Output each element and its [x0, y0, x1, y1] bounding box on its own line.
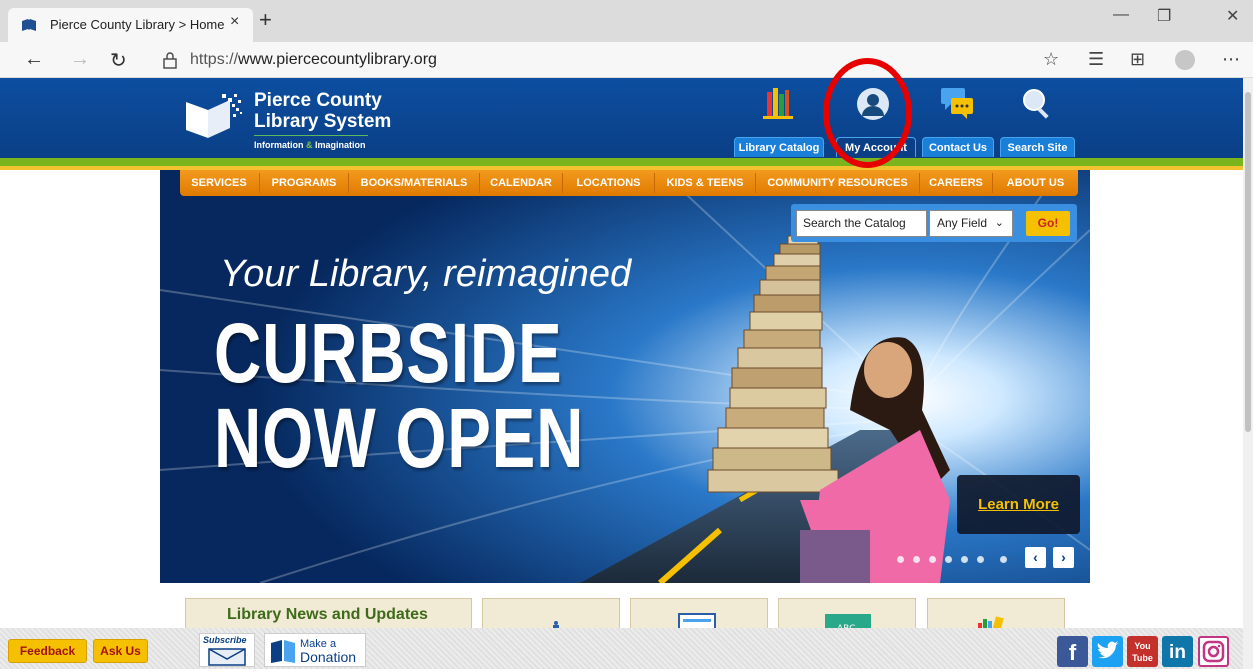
slide-dot[interactable]: [897, 556, 904, 563]
library-logo-icon[interactable]: [186, 92, 244, 138]
close-window-icon[interactable]: ✕: [1226, 6, 1239, 26]
collections-icon[interactable]: ⊞: [1130, 49, 1145, 70]
slide-prev-button[interactable]: ‹: [1025, 547, 1046, 568]
subscribe-button[interactable]: Subscribe: [199, 633, 255, 667]
slide-dot[interactable]: [961, 556, 968, 563]
tab-title: Pierce County Library > Home: [50, 17, 225, 32]
donation-label-line2: Donation: [300, 649, 357, 665]
catalog-search-input[interactable]: Search the Catalog: [796, 210, 927, 237]
email-envelope-icon: [208, 648, 246, 666]
main-navigation: SERVICES PROGRAMS BOOKS/MATERIALS CALEND…: [180, 170, 1078, 196]
profile-icon[interactable]: [1175, 50, 1195, 70]
learn-more-button[interactable]: Learn More: [957, 475, 1080, 534]
maximize-icon[interactable]: ❐: [1157, 6, 1171, 26]
instagram-icon[interactable]: [1198, 636, 1229, 667]
feedback-button[interactable]: Feedback: [8, 639, 87, 663]
nav-services[interactable]: SERVICES: [180, 170, 258, 196]
logo-divider: [254, 135, 368, 136]
url-field[interactable]: https://www.piercecountylibrary.org: [190, 51, 437, 69]
highlight-annotation-circle: [823, 58, 912, 168]
search-go-button[interactable]: Go!: [1026, 211, 1070, 236]
header-green-band: [0, 158, 1243, 166]
contact-chat-icon[interactable]: [937, 86, 977, 122]
slide-dot[interactable]: [1000, 556, 1007, 563]
contact-us-button[interactable]: Contact Us: [922, 137, 994, 157]
catalog-books-icon[interactable]: [759, 86, 799, 122]
facebook-icon[interactable]: f: [1057, 636, 1088, 667]
forward-icon[interactable]: →: [70, 48, 90, 71]
search-field-select[interactable]: Any Field ⌄: [929, 210, 1013, 237]
star-icon[interactable]: ☆: [1043, 49, 1059, 70]
nav-kids-teens[interactable]: KIDS & TEENS: [655, 170, 755, 196]
make-donation-button[interactable]: Make a Donation: [264, 633, 366, 667]
hero-headline-line2: NOW OPEN: [214, 391, 585, 485]
scrollbar-thumb[interactable]: [1245, 92, 1251, 432]
lock-icon: [163, 52, 177, 69]
library-catalog-button[interactable]: Library Catalog: [734, 137, 824, 157]
search-magnifier-icon[interactable]: [1018, 86, 1058, 122]
hero-headline-line1: CURBSIDE: [214, 306, 563, 400]
new-tab-button[interactable]: +: [259, 7, 272, 33]
logo-title-line1: Pierce County: [254, 90, 382, 111]
nav-programs[interactable]: PROGRAMS: [260, 170, 348, 196]
youtube-icon[interactable]: You Tube: [1127, 636, 1158, 667]
slide-dot[interactable]: [913, 556, 920, 563]
minimize-icon[interactable]: —: [1113, 6, 1129, 24]
logo-tagline: Information & Imagination: [254, 140, 366, 150]
subscribe-label: Subscribe: [203, 635, 247, 645]
refresh-icon[interactable]: ↻: [110, 48, 127, 73]
linkedin-icon[interactable]: in: [1162, 636, 1193, 667]
slide-dot[interactable]: [929, 556, 936, 563]
news-panel-title: Library News and Updates: [227, 606, 428, 623]
browser-tab-bar: Pierce County Library > Home × + — ❐ ✕: [0, 0, 1253, 42]
nav-about-us[interactable]: ABOUT US: [993, 170, 1078, 196]
twitter-icon[interactable]: [1092, 636, 1123, 667]
address-bar-row: ← → ↻ https://www.piercecountylibrary.or…: [0, 42, 1253, 78]
nav-books-materials[interactable]: BOOKS/MATERIALS: [349, 170, 479, 196]
nav-careers[interactable]: CAREERS: [920, 170, 992, 196]
back-icon[interactable]: ←: [24, 48, 44, 71]
logo-title-line2: Library System: [254, 111, 392, 132]
browser-tab[interactable]: Pierce County Library > Home ×: [8, 8, 253, 42]
nav-community-resources[interactable]: COMMUNITY RESOURCES: [756, 170, 919, 196]
slide-dot[interactable]: [977, 556, 984, 563]
book-favicon-icon: [22, 19, 36, 31]
slide-next-button[interactable]: ›: [1053, 547, 1074, 568]
tab-close-icon[interactable]: ×: [230, 13, 239, 31]
ask-us-button[interactable]: Ask Us: [93, 639, 148, 663]
search-site-button[interactable]: Search Site: [1000, 137, 1075, 157]
favorites-icon[interactable]: ☰: [1088, 49, 1104, 70]
donation-book-icon: [271, 640, 295, 663]
nav-calendar[interactable]: CALENDAR: [480, 170, 562, 196]
more-icon[interactable]: ⋯: [1222, 49, 1240, 70]
hero-subtitle: Your Library, reimagined: [220, 253, 632, 295]
nav-locations[interactable]: LOCATIONS: [563, 170, 654, 196]
chevron-down-icon: ⌄: [994, 217, 1004, 229]
slide-dot[interactable]: [945, 556, 952, 563]
